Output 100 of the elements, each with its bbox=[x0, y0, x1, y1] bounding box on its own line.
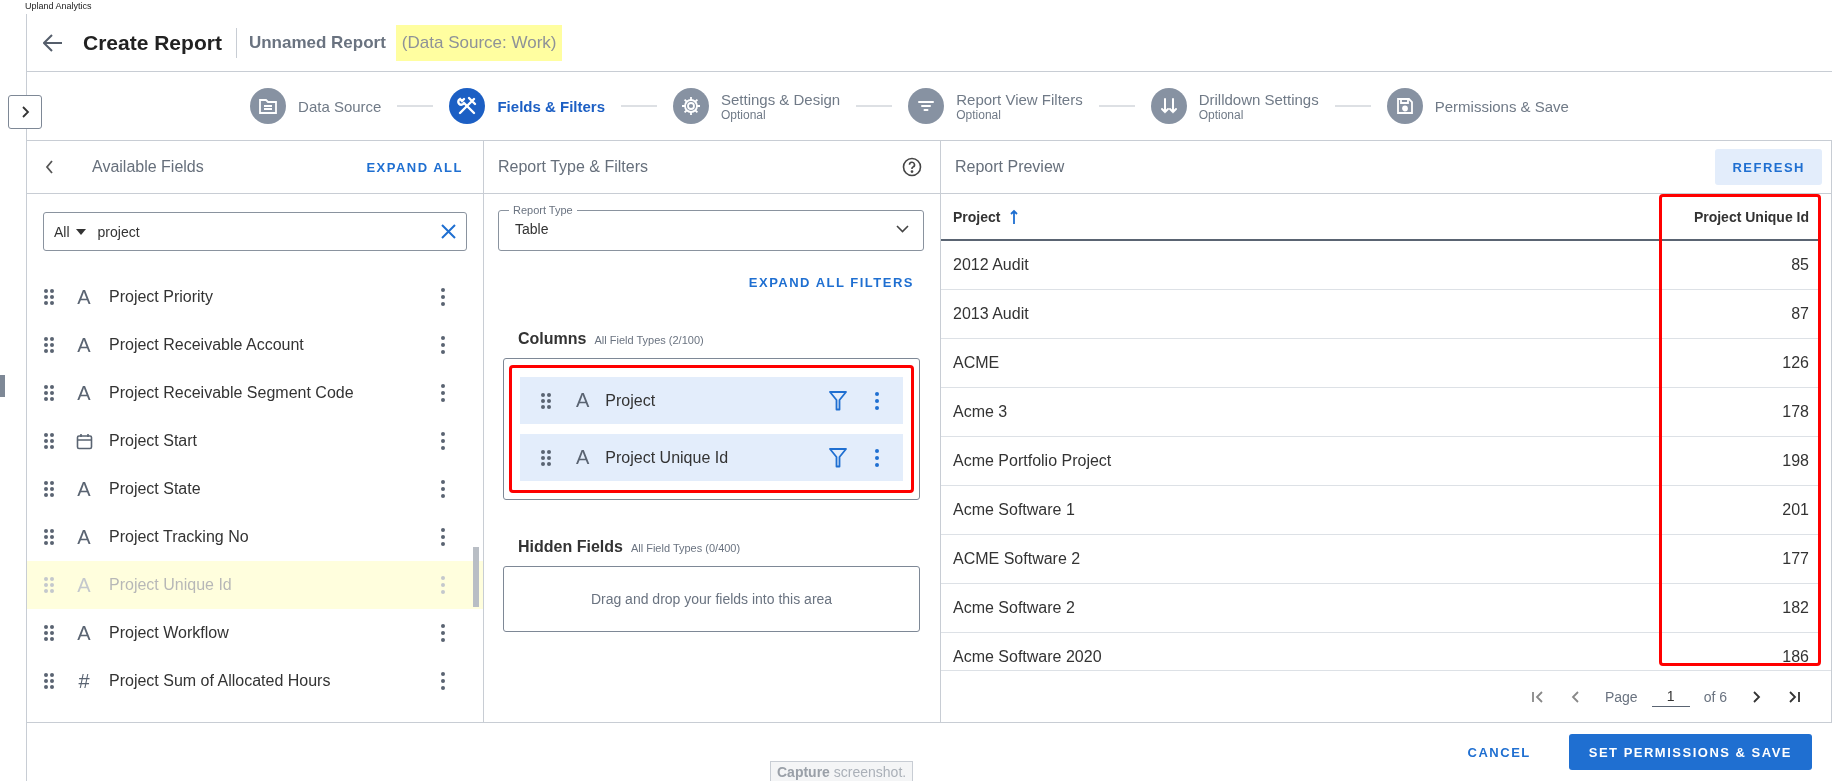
clear-icon[interactable] bbox=[441, 224, 456, 239]
drag-handle-icon[interactable] bbox=[43, 288, 55, 306]
help-icon[interactable] bbox=[902, 157, 922, 177]
field-type-symbol: # bbox=[78, 669, 90, 693]
wizard-step[interactable]: Fields & Filters bbox=[449, 88, 605, 124]
side-handle[interactable] bbox=[0, 375, 5, 397]
expand-sidebar-button[interactable] bbox=[8, 95, 42, 129]
table-cell-text: Acme 3 bbox=[952, 402, 1009, 422]
more-options-icon[interactable] bbox=[441, 528, 445, 546]
wizard-step[interactable]: Data Source bbox=[250, 88, 382, 124]
document-folder-icon bbox=[250, 88, 287, 124]
field-list-item[interactable]: A Project State bbox=[27, 465, 483, 513]
page-count: of 6 bbox=[1703, 688, 1727, 705]
field-list-item[interactable]: A Project Receivable Account bbox=[27, 321, 483, 369]
down-arrows-icon bbox=[1150, 88, 1187, 124]
field-list-item[interactable]: # Project Sum of Allocated Hours bbox=[27, 657, 483, 705]
more-options-icon[interactable] bbox=[875, 391, 879, 410]
hidden-fields-dropzone[interactable]: Drag and drop your fields into this area bbox=[503, 566, 920, 632]
column-chip[interactable]: A Project Unique Id bbox=[520, 434, 903, 481]
field-type-symbol: A bbox=[77, 525, 91, 549]
field-type-symbol: A bbox=[77, 333, 91, 357]
panel-title: Report Type & Filters bbox=[498, 158, 649, 176]
drag-handle-icon[interactable] bbox=[43, 672, 55, 690]
calendar-icon bbox=[75, 432, 93, 450]
field-type-symbol: A bbox=[77, 477, 91, 501]
field-type-symbol: A bbox=[576, 389, 590, 412]
table-cell-text: Acme Software 1 bbox=[952, 500, 1076, 520]
table-cell-text: ACME bbox=[952, 353, 1001, 373]
chevron-left-icon bbox=[45, 160, 54, 174]
more-options-icon[interactable] bbox=[441, 432, 445, 450]
field-list-item[interactable]: A Project Workflow bbox=[27, 609, 483, 657]
table-cell-text: Acme Software 2020 bbox=[952, 647, 1103, 667]
expand-all-button[interactable]: EXPAND ALL bbox=[366, 159, 463, 175]
drag-handle-icon[interactable] bbox=[43, 624, 55, 642]
section-subtitle: All Field Types (2/100) bbox=[594, 334, 704, 346]
refresh-button[interactable]: REFRESH bbox=[1715, 149, 1822, 185]
table-cell-text: 186 bbox=[1781, 647, 1810, 667]
caret-down-icon bbox=[75, 228, 86, 235]
table-cell-text: 201 bbox=[1781, 500, 1810, 520]
drag-handle-icon[interactable] bbox=[43, 480, 55, 498]
table-cell-text: 85 bbox=[1790, 255, 1810, 275]
table-cell-text: 177 bbox=[1781, 549, 1810, 569]
section-title: Hidden Fields bbox=[518, 538, 623, 556]
data-source-label: (Data Source: Work) bbox=[395, 24, 563, 61]
app-name: Upland Analytics bbox=[24, 0, 93, 13]
drag-handle-icon[interactable] bbox=[540, 391, 552, 410]
more-options-icon[interactable] bbox=[441, 624, 445, 642]
more-options-icon[interactable] bbox=[441, 384, 445, 402]
field-type-symbol: A bbox=[77, 573, 91, 597]
field-list-item[interactable]: A Project Receivable Segment Code bbox=[27, 369, 483, 417]
scrollbar-thumb[interactable] bbox=[473, 547, 479, 607]
tools-icon bbox=[449, 88, 486, 124]
more-options-icon[interactable] bbox=[441, 336, 445, 354]
wizard-step[interactable]: Settings & Design Optional bbox=[673, 88, 841, 124]
gear-icon bbox=[673, 88, 709, 124]
scope-dropdown[interactable]: All bbox=[54, 223, 86, 240]
chevron-down-icon bbox=[896, 225, 909, 233]
cancel-button[interactable]: CANCEL bbox=[1451, 734, 1547, 770]
table-cell-text: 87 bbox=[1790, 304, 1810, 324]
table-cell-text: 178 bbox=[1781, 402, 1810, 422]
column-header[interactable]: Project Unique Id bbox=[1661, 208, 1821, 225]
sort-ascending-icon bbox=[1010, 208, 1019, 225]
report-name: Unnamed Report bbox=[248, 32, 386, 53]
page-title: Create Report bbox=[83, 30, 222, 55]
field-list-item[interactable]: A Project Priority bbox=[27, 273, 483, 321]
drag-handle-icon[interactable] bbox=[540, 448, 552, 467]
drag-handle-icon[interactable] bbox=[43, 336, 55, 354]
more-options-icon[interactable] bbox=[441, 672, 445, 690]
more-options-icon[interactable] bbox=[875, 448, 879, 467]
report-type-dropdown[interactable]: Report Type Table bbox=[498, 204, 924, 251]
wizard-step[interactable]: Drilldown Settings Optional bbox=[1150, 88, 1319, 124]
more-options-icon[interactable] bbox=[441, 480, 445, 498]
field-search-field[interactable]: All project bbox=[43, 212, 467, 251]
field-type-symbol: A bbox=[77, 381, 91, 405]
table-cell-text: Acme Software 2 bbox=[952, 598, 1076, 618]
column-chip[interactable]: A Project bbox=[520, 377, 903, 424]
wizard-step[interactable]: Report View Filters Optional bbox=[908, 88, 1083, 124]
save-button[interactable]: SET PERMISSIONS & SAVE bbox=[1568, 734, 1812, 770]
column-header[interactable]: Project bbox=[941, 208, 1661, 225]
drag-handle-icon[interactable] bbox=[43, 384, 55, 402]
field-list-item[interactable]: A Project Tracking No bbox=[27, 513, 483, 561]
drag-handle-icon[interactable] bbox=[43, 528, 55, 546]
wizard-step[interactable]: Permissions & Save bbox=[1386, 88, 1569, 124]
field-type-symbol: A bbox=[77, 621, 91, 645]
floppy-disk-icon bbox=[1386, 88, 1423, 124]
table-cell-text: 198 bbox=[1781, 451, 1810, 471]
filter-lines-icon bbox=[908, 88, 945, 124]
section-title: Columns bbox=[518, 330, 587, 348]
field-type-symbol: A bbox=[576, 446, 590, 469]
table-cell-text: 182 bbox=[1781, 598, 1810, 618]
filter-icon[interactable] bbox=[829, 447, 847, 468]
panel-title: Available Fields bbox=[92, 158, 205, 176]
field-list-item[interactable]: Project Start bbox=[27, 417, 483, 465]
drag-handle-icon[interactable] bbox=[43, 432, 55, 450]
section-subtitle: All Field Types (0/400) bbox=[630, 542, 741, 554]
more-options-icon[interactable] bbox=[441, 288, 445, 306]
filter-icon[interactable] bbox=[829, 390, 847, 411]
field-type-symbol: A bbox=[77, 285, 91, 309]
table-cell-text: 126 bbox=[1781, 353, 1810, 373]
expand-all-filters-button[interactable]: EXPAND ALL FILTERS bbox=[748, 275, 914, 290]
